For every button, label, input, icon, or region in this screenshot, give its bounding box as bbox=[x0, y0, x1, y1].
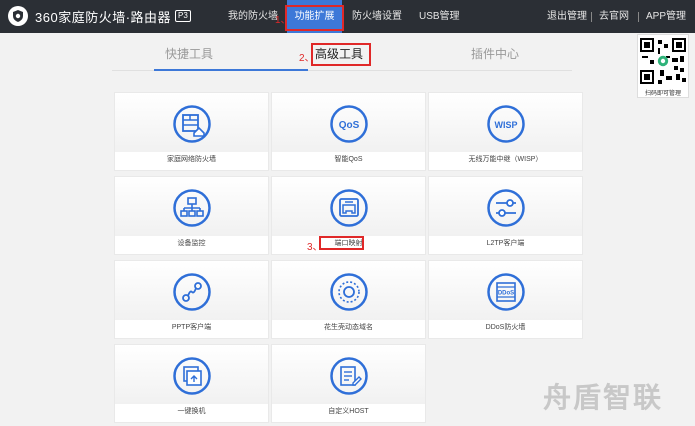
link-node-icon bbox=[173, 273, 211, 311]
card-label: PPTP客户端 bbox=[171, 324, 212, 331]
wisp-icon-text: WISP bbox=[494, 120, 517, 130]
wisp-icon: WISP bbox=[487, 105, 525, 143]
qr-caption: 扫码即可管理 bbox=[644, 91, 681, 97]
tab-plugin-center[interactable]: 插件中心 bbox=[418, 33, 572, 71]
device-swap-icon bbox=[173, 357, 211, 395]
top-navigation-bar: 360家庭防火墙·路由器 P3 我的防火墙 1、 功能扩展 防火墙设置 USB管… bbox=[0, 0, 695, 33]
nav-firewall-settings[interactable]: 防火墙设置 bbox=[352, 0, 402, 33]
highlight-box bbox=[311, 43, 371, 66]
brand-logo[interactable]: 360家庭防火墙·路由器 P3 bbox=[8, 6, 191, 26]
tool-card-device-monitor[interactable]: 设备监控 bbox=[114, 176, 269, 255]
network-topology-icon bbox=[173, 189, 211, 227]
shield-logo-icon bbox=[8, 6, 28, 26]
ddos-icon: DDoS bbox=[487, 273, 525, 311]
firewall-house-icon bbox=[173, 105, 211, 143]
nav-my-firewall[interactable]: 我的防火墙 bbox=[228, 0, 278, 33]
app-management-link[interactable]: APP管理 bbox=[646, 0, 686, 33]
nav-usb-management[interactable]: USB管理 bbox=[419, 0, 460, 33]
divider bbox=[638, 12, 639, 22]
card-label: 无线万能中继（WISP） bbox=[468, 156, 543, 163]
qos-icon-text: QoS bbox=[339, 120, 360, 131]
tool-card-custom-host[interactable]: 自定义HOST bbox=[271, 344, 426, 423]
custom-host-icon bbox=[330, 357, 368, 395]
tab-quick-tools[interactable]: 快捷工具 bbox=[112, 33, 266, 71]
port-mapping-icon bbox=[330, 189, 368, 227]
highlight-box bbox=[319, 236, 364, 250]
card-label: 花生壳动态域名 bbox=[324, 324, 373, 331]
model-badge: P3 bbox=[175, 10, 191, 22]
tool-card-home-firewall[interactable]: 家庭网络防火墙 bbox=[114, 92, 269, 171]
card-label: L2TP客户端 bbox=[486, 240, 525, 247]
tool-card-wisp[interactable]: WISP 无线万能中继（WISP） bbox=[428, 92, 583, 171]
ddos-icon-text: DDoS bbox=[498, 291, 514, 297]
card-label: 自定义HOST bbox=[328, 408, 369, 415]
qos-icon: QoS bbox=[330, 105, 368, 143]
card-label: DDoS防火墙 bbox=[485, 324, 526, 331]
sliders-icon bbox=[487, 189, 525, 227]
brand-name: 360家庭防火墙·路由器 bbox=[35, 9, 172, 25]
dynamic-dns-icon bbox=[330, 273, 368, 311]
logout-link[interactable]: 退出管理 bbox=[547, 0, 587, 33]
watermark-text: 舟盾智联 bbox=[543, 381, 664, 414]
tool-card-l2tp-client[interactable]: L2TP客户端 bbox=[428, 176, 583, 255]
tool-card-device-swap[interactable]: 一键换机 bbox=[114, 344, 269, 423]
divider bbox=[591, 12, 592, 22]
tool-card-smart-qos[interactable]: QoS 智能QoS bbox=[271, 92, 426, 171]
app-qr-code[interactable]: 扫码即可管理 bbox=[637, 34, 689, 98]
tool-card-pptp-client[interactable]: PPTP客户端 bbox=[114, 260, 269, 339]
active-tab-indicator bbox=[154, 69, 308, 71]
qr-code-icon bbox=[640, 38, 686, 84]
official-site-link[interactable]: 去官网 bbox=[599, 0, 629, 33]
card-label: 设备监控 bbox=[177, 240, 206, 247]
highlight-box bbox=[285, 5, 344, 31]
card-label: 一键换机 bbox=[177, 408, 206, 415]
card-label: 智能QoS bbox=[334, 156, 363, 163]
tool-card-dynamic-dns[interactable]: 花生壳动态域名 bbox=[271, 260, 426, 339]
card-label: 家庭网络防火墙 bbox=[167, 156, 216, 163]
tool-card-ddos-firewall[interactable]: DDoS DDoS防火墙 bbox=[428, 260, 583, 339]
